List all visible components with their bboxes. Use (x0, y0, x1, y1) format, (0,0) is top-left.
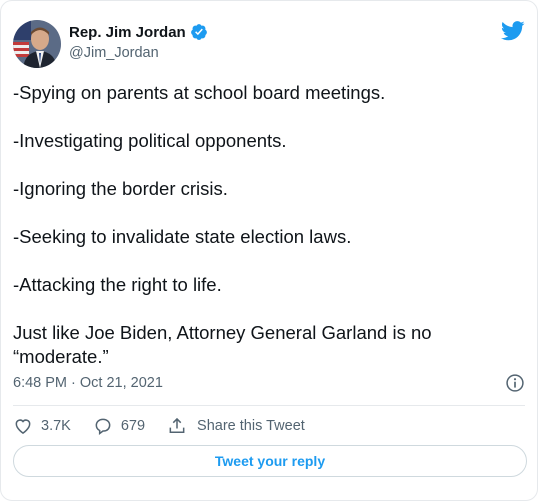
share-button[interactable]: Share this Tweet (167, 416, 305, 436)
verified-badge-icon (190, 24, 207, 40)
info-icon[interactable] (505, 373, 525, 393)
twitter-bird-icon[interactable] (501, 21, 525, 41)
reply-bubble-icon (95, 418, 111, 435)
tweet-line-1: -Spying on parents at school board meeti… (13, 82, 386, 103)
share-label: Share this Tweet (197, 418, 305, 434)
tweet-line-3: -Ignoring the border crisis. (13, 178, 228, 199)
author-name-row[interactable]: Rep. Jim Jordan (69, 23, 208, 41)
like-button[interactable]: 3.7K (13, 416, 71, 436)
author-handle[interactable]: @Jim_Jordan (69, 45, 159, 61)
tweet-line-4: -Seeking to invalidate state election la… (13, 226, 352, 247)
like-count: 3.7K (41, 418, 71, 434)
share-icon (169, 417, 185, 433)
reply-button[interactable]: 679 (93, 416, 145, 436)
divider (13, 405, 525, 406)
tweet-timestamp[interactable]: 6:48 PM · Oct 21, 2021 (13, 375, 163, 391)
tweet-line-2: -Investigating political opponents. (13, 130, 287, 151)
heart-icon (15, 419, 31, 434)
tweet-line-6: Just like Joe Biden, Attorney General Ga… (13, 322, 432, 367)
author-display-name[interactable]: Rep. Jim Jordan (69, 24, 186, 41)
tweet-your-reply-button[interactable]: Tweet your reply (13, 445, 527, 477)
tweet-line-5: -Attacking the right to life. (13, 274, 222, 295)
reply-count: 679 (120, 418, 146, 434)
action-bar: 3.7K 679 Share this Tweet (13, 415, 327, 437)
avatar[interactable] (13, 20, 61, 68)
tweet-card: Rep. Jim Jordan @Jim_Jordan -Spying on p… (0, 0, 538, 501)
avatar-photo (13, 20, 61, 68)
tweet-body: -Spying on parents at school board meeti… (13, 81, 523, 393)
